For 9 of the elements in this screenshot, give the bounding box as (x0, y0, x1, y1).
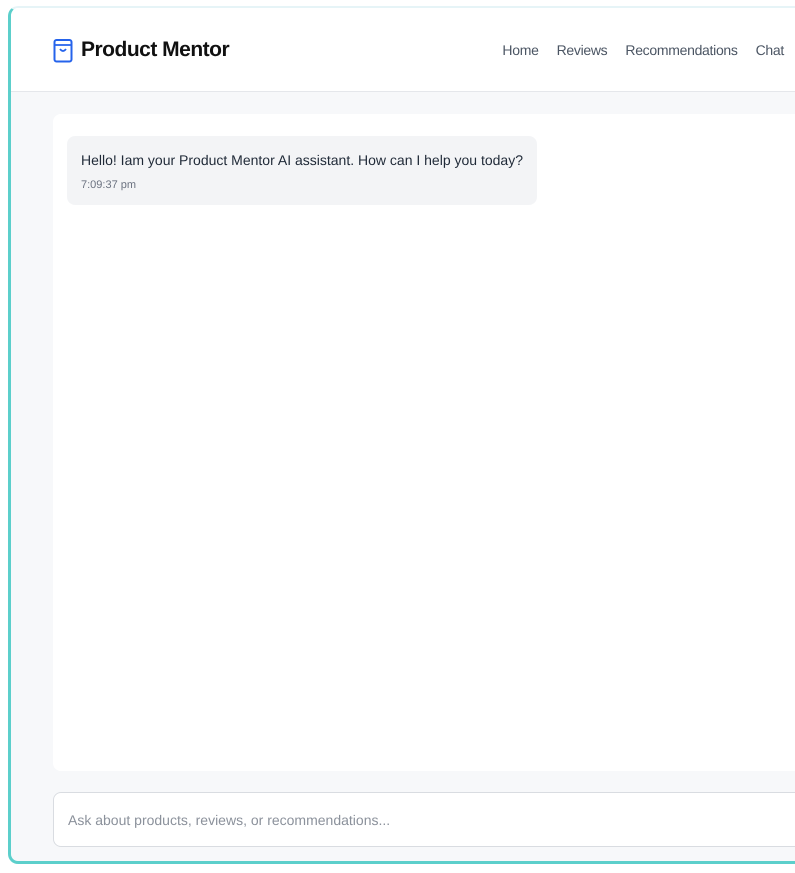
message-input[interactable]: Ask about products, reviews, or recommendations... (53, 792, 795, 847)
nav-link[interactable]: Home (502, 42, 539, 58)
nav-link[interactable]: Reviews (556, 42, 608, 58)
nav-link[interactable]: Chat (756, 42, 784, 58)
message-text: Hello! Iam your Product Mentor AI assistant. How can I help you today? (81, 152, 523, 168)
app-title: Product Mentor (81, 38, 230, 62)
message-time: 7:09:37 pm (81, 179, 138, 191)
nav-link[interactable]: Recommendations (625, 42, 738, 58)
shopping-bag-icon (53, 36, 73, 62)
